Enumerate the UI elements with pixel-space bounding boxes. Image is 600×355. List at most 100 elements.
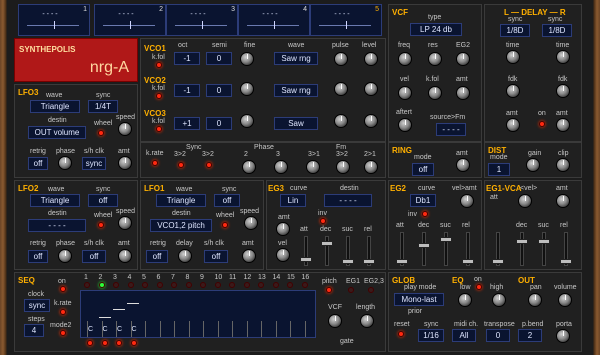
vco3-fine-knob[interactable]	[240, 114, 254, 128]
seq-step-value[interactable]	[99, 317, 111, 318]
vcf-aftert-knob[interactable]	[398, 118, 412, 132]
vco3-kfol-led[interactable]	[156, 126, 162, 132]
seq-gate-led[interactable]	[101, 340, 108, 346]
eg2-inv-led[interactable]	[422, 211, 428, 217]
lfo3-wheel-led[interactable]	[98, 130, 104, 136]
seq-on-led[interactable]	[60, 286, 66, 292]
vco2-kfol-led[interactable]	[156, 93, 162, 99]
seq-length-knob[interactable]	[360, 314, 374, 328]
lfo1-amt-knob[interactable]	[242, 249, 256, 263]
seq-step-led[interactable]	[156, 282, 163, 288]
seq-vcf-knob[interactable]	[328, 314, 342, 328]
eg2-curve[interactable]: Db1	[410, 194, 436, 207]
lfo2-wheel-led[interactable]	[98, 222, 104, 228]
eg3-att-fader[interactable]	[300, 236, 312, 266]
glob-reset-led[interactable]	[398, 331, 404, 337]
seq-step-led[interactable]	[200, 282, 206, 288]
eg2-rel-fader[interactable]	[462, 232, 474, 266]
vco1-semi[interactable]: 0	[206, 52, 232, 65]
eg2-suc-fader[interactable]	[440, 232, 452, 266]
seq-step-column[interactable]	[217, 321, 219, 337]
delay-on-led[interactable]	[539, 121, 545, 127]
seq-gate-led[interactable]	[130, 340, 137, 346]
lfo3-destin[interactable]: OUT volume	[28, 126, 86, 139]
fm-3-2-knob[interactable]	[336, 160, 350, 174]
seq-step-led[interactable]	[142, 282, 148, 288]
eg3-dec-fader[interactable]	[321, 236, 333, 266]
out-volume-knob[interactable]	[558, 293, 572, 307]
seq-clock[interactable]: sync	[24, 299, 50, 312]
eg1-dec-fader[interactable]	[516, 232, 528, 266]
lfo2-shclk[interactable]: off	[82, 250, 106, 263]
display-4[interactable]: 4 - - - -	[238, 4, 310, 36]
seq-eg23-led[interactable]	[368, 287, 374, 293]
eq-on-led[interactable]	[476, 284, 482, 290]
delay-time-left-knob[interactable]	[506, 50, 520, 64]
vco2-oct[interactable]: -1	[174, 84, 200, 97]
lfo1-delay-knob[interactable]	[178, 249, 192, 263]
seq-step-led[interactable]	[229, 282, 235, 288]
dist-mode[interactable]: 1	[488, 163, 510, 176]
delay-sync-left[interactable]: 1/8D	[500, 24, 530, 37]
eg1-vel-knob[interactable]	[518, 194, 532, 208]
vco2-pulse-knob[interactable]	[334, 82, 348, 96]
lfo2-wave[interactable]: Triangle	[30, 194, 80, 207]
phase-3-knob[interactable]	[274, 160, 288, 174]
lfo2-retrig[interactable]: off	[28, 250, 48, 263]
lfo1-sync[interactable]: off	[214, 194, 240, 207]
dist-clip-knob[interactable]	[556, 158, 570, 172]
seq-step-led[interactable]	[214, 282, 221, 288]
seq-step-led[interactable]	[113, 282, 119, 288]
vco1-oct[interactable]: -1	[174, 52, 200, 65]
dist-gain-knob[interactable]	[526, 158, 540, 172]
seq-step-column[interactable]	[232, 321, 233, 337]
display-2[interactable]: 2 - - - -	[94, 4, 166, 36]
vco3-semi[interactable]: 0	[206, 117, 232, 130]
vco1-fine-knob[interactable]	[240, 52, 254, 66]
seq-step-column[interactable]	[290, 321, 291, 337]
seq-step-led[interactable]	[171, 282, 177, 288]
seq-step-column[interactable]	[246, 321, 248, 337]
seq-step-column[interactable]	[159, 321, 161, 337]
sync-a-led[interactable]	[178, 162, 184, 168]
vcf-res-knob[interactable]	[428, 52, 442, 66]
eg1-suc-fader[interactable]	[538, 232, 550, 266]
lfo3-wave[interactable]: Triangle	[30, 100, 80, 113]
vco2-level-knob[interactable]	[364, 82, 378, 96]
seq-step-value[interactable]	[127, 303, 139, 304]
out-pan-knob[interactable]	[528, 293, 542, 307]
seq-krate-led[interactable]	[60, 309, 66, 315]
vco1-level-knob[interactable]	[364, 52, 378, 66]
seq-eg1-led[interactable]	[348, 287, 354, 293]
glob-transpose[interactable]: 0	[486, 329, 510, 342]
eg1-rel-fader[interactable]	[560, 232, 572, 266]
vco1-pulse-knob[interactable]	[334, 52, 348, 66]
seq-grid[interactable]	[80, 290, 316, 338]
seq-step-led[interactable]	[287, 282, 293, 288]
vco3-level-knob[interactable]	[364, 114, 378, 128]
lfo1-wave[interactable]: Triangle	[156, 194, 206, 207]
eq-low-knob[interactable]	[458, 293, 472, 307]
vco3-oct[interactable]: +1	[174, 117, 200, 130]
fm-2-1-knob[interactable]	[364, 160, 378, 174]
eg3-inv-led[interactable]	[320, 218, 326, 224]
vcf-freq-knob[interactable]	[398, 52, 412, 66]
glob-pbend[interactable]: 2	[518, 329, 542, 342]
seq-mode2-led[interactable]	[60, 330, 66, 336]
vco3-pulse-knob[interactable]	[334, 114, 348, 128]
fm-3-1-knob[interactable]	[306, 160, 320, 174]
lfo3-shclk[interactable]: sync	[82, 157, 106, 170]
lfo2-speed-knob[interactable]	[118, 216, 132, 230]
phase-2-knob[interactable]	[242, 160, 256, 174]
delay-amt-left-knob[interactable]	[506, 118, 520, 132]
lfo2-sync[interactable]: off	[88, 194, 118, 207]
ring-amt-knob[interactable]	[456, 158, 470, 172]
seq-step-led[interactable]	[84, 282, 90, 288]
glob-sync[interactable]: 1/16	[418, 329, 444, 342]
vcf-eg2-knob[interactable]	[456, 52, 470, 66]
seq-step-column[interactable]	[304, 321, 306, 337]
vcf-amt-knob[interactable]	[456, 86, 470, 100]
eg3-vel-knob[interactable]	[276, 248, 290, 262]
krate-led[interactable]	[152, 160, 158, 166]
lfo3-speed-knob[interactable]	[118, 122, 132, 136]
